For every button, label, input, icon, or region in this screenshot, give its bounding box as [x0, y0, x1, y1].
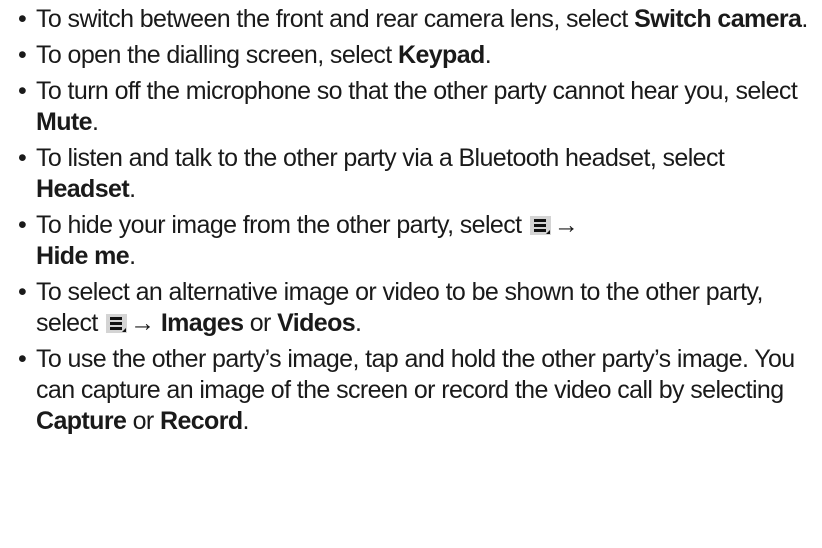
item-text: or: [126, 407, 160, 435]
item-text: or: [243, 309, 278, 337]
item-text: To hide your image from the other party,…: [36, 211, 528, 239]
arrow: →: [553, 211, 579, 239]
manual-page: • To switch between the front and rear c…: [0, 0, 822, 548]
item-text: .: [129, 175, 136, 203]
keyword-hide-me: Hide me: [36, 242, 130, 270]
bullet: •: [18, 144, 27, 172]
keyword-images: Images: [160, 309, 244, 337]
list-item-switch-camera: • To switch between the front and rear c…: [18, 4, 812, 35]
keyword-capture: Capture: [36, 407, 127, 435]
list-item-images-videos: • To select an alternative image or vide…: [18, 277, 812, 339]
item-text: .: [242, 407, 250, 435]
keyword-mute: Mute: [36, 108, 93, 136]
instruction-list: • To switch between the front and rear c…: [18, 4, 812, 437]
item-text: .: [801, 5, 808, 33]
bullet: •: [18, 345, 27, 373]
item-text: To turn off the microphone so that the o…: [36, 77, 798, 105]
item-text: .: [355, 309, 362, 337]
keyword-headset: Headset: [36, 175, 130, 203]
keyword-record: Record: [160, 407, 243, 435]
list-item-keypad: • To open the dialling screen, select Ke…: [18, 40, 812, 71]
bullet: •: [18, 5, 27, 33]
item-text: To open the dialling screen, select: [36, 41, 398, 69]
item-text: .: [129, 242, 136, 270]
bullet: •: [18, 278, 27, 306]
item-text: To listen and talk to the other party vi…: [36, 144, 725, 172]
bullet: •: [18, 211, 27, 239]
keyword-videos: Videos: [277, 309, 356, 337]
keyword-switch-camera: Switch camera: [634, 5, 802, 33]
list-item-headset: • To listen and talk to the other party …: [18, 143, 812, 205]
arrow: →: [130, 309, 155, 337]
bullet: •: [18, 77, 27, 105]
keyword-keypad: Keypad: [397, 41, 485, 69]
menu-icon: [106, 314, 128, 333]
item-text: .: [91, 108, 99, 136]
list-item-mute: • To turn off the microphone so that the…: [18, 76, 812, 138]
item-text: To use the other party’s image, tap and …: [36, 345, 795, 404]
item-text: .: [484, 41, 492, 69]
list-item-hide-me: • To hide your image from the other part…: [18, 210, 812, 272]
list-item-capture-record: • To use the other party’s image, tap an…: [18, 344, 812, 437]
item-text: To switch between the front and rear cam…: [36, 5, 635, 33]
menu-icon: [529, 216, 551, 235]
bullet: •: [18, 41, 27, 69]
